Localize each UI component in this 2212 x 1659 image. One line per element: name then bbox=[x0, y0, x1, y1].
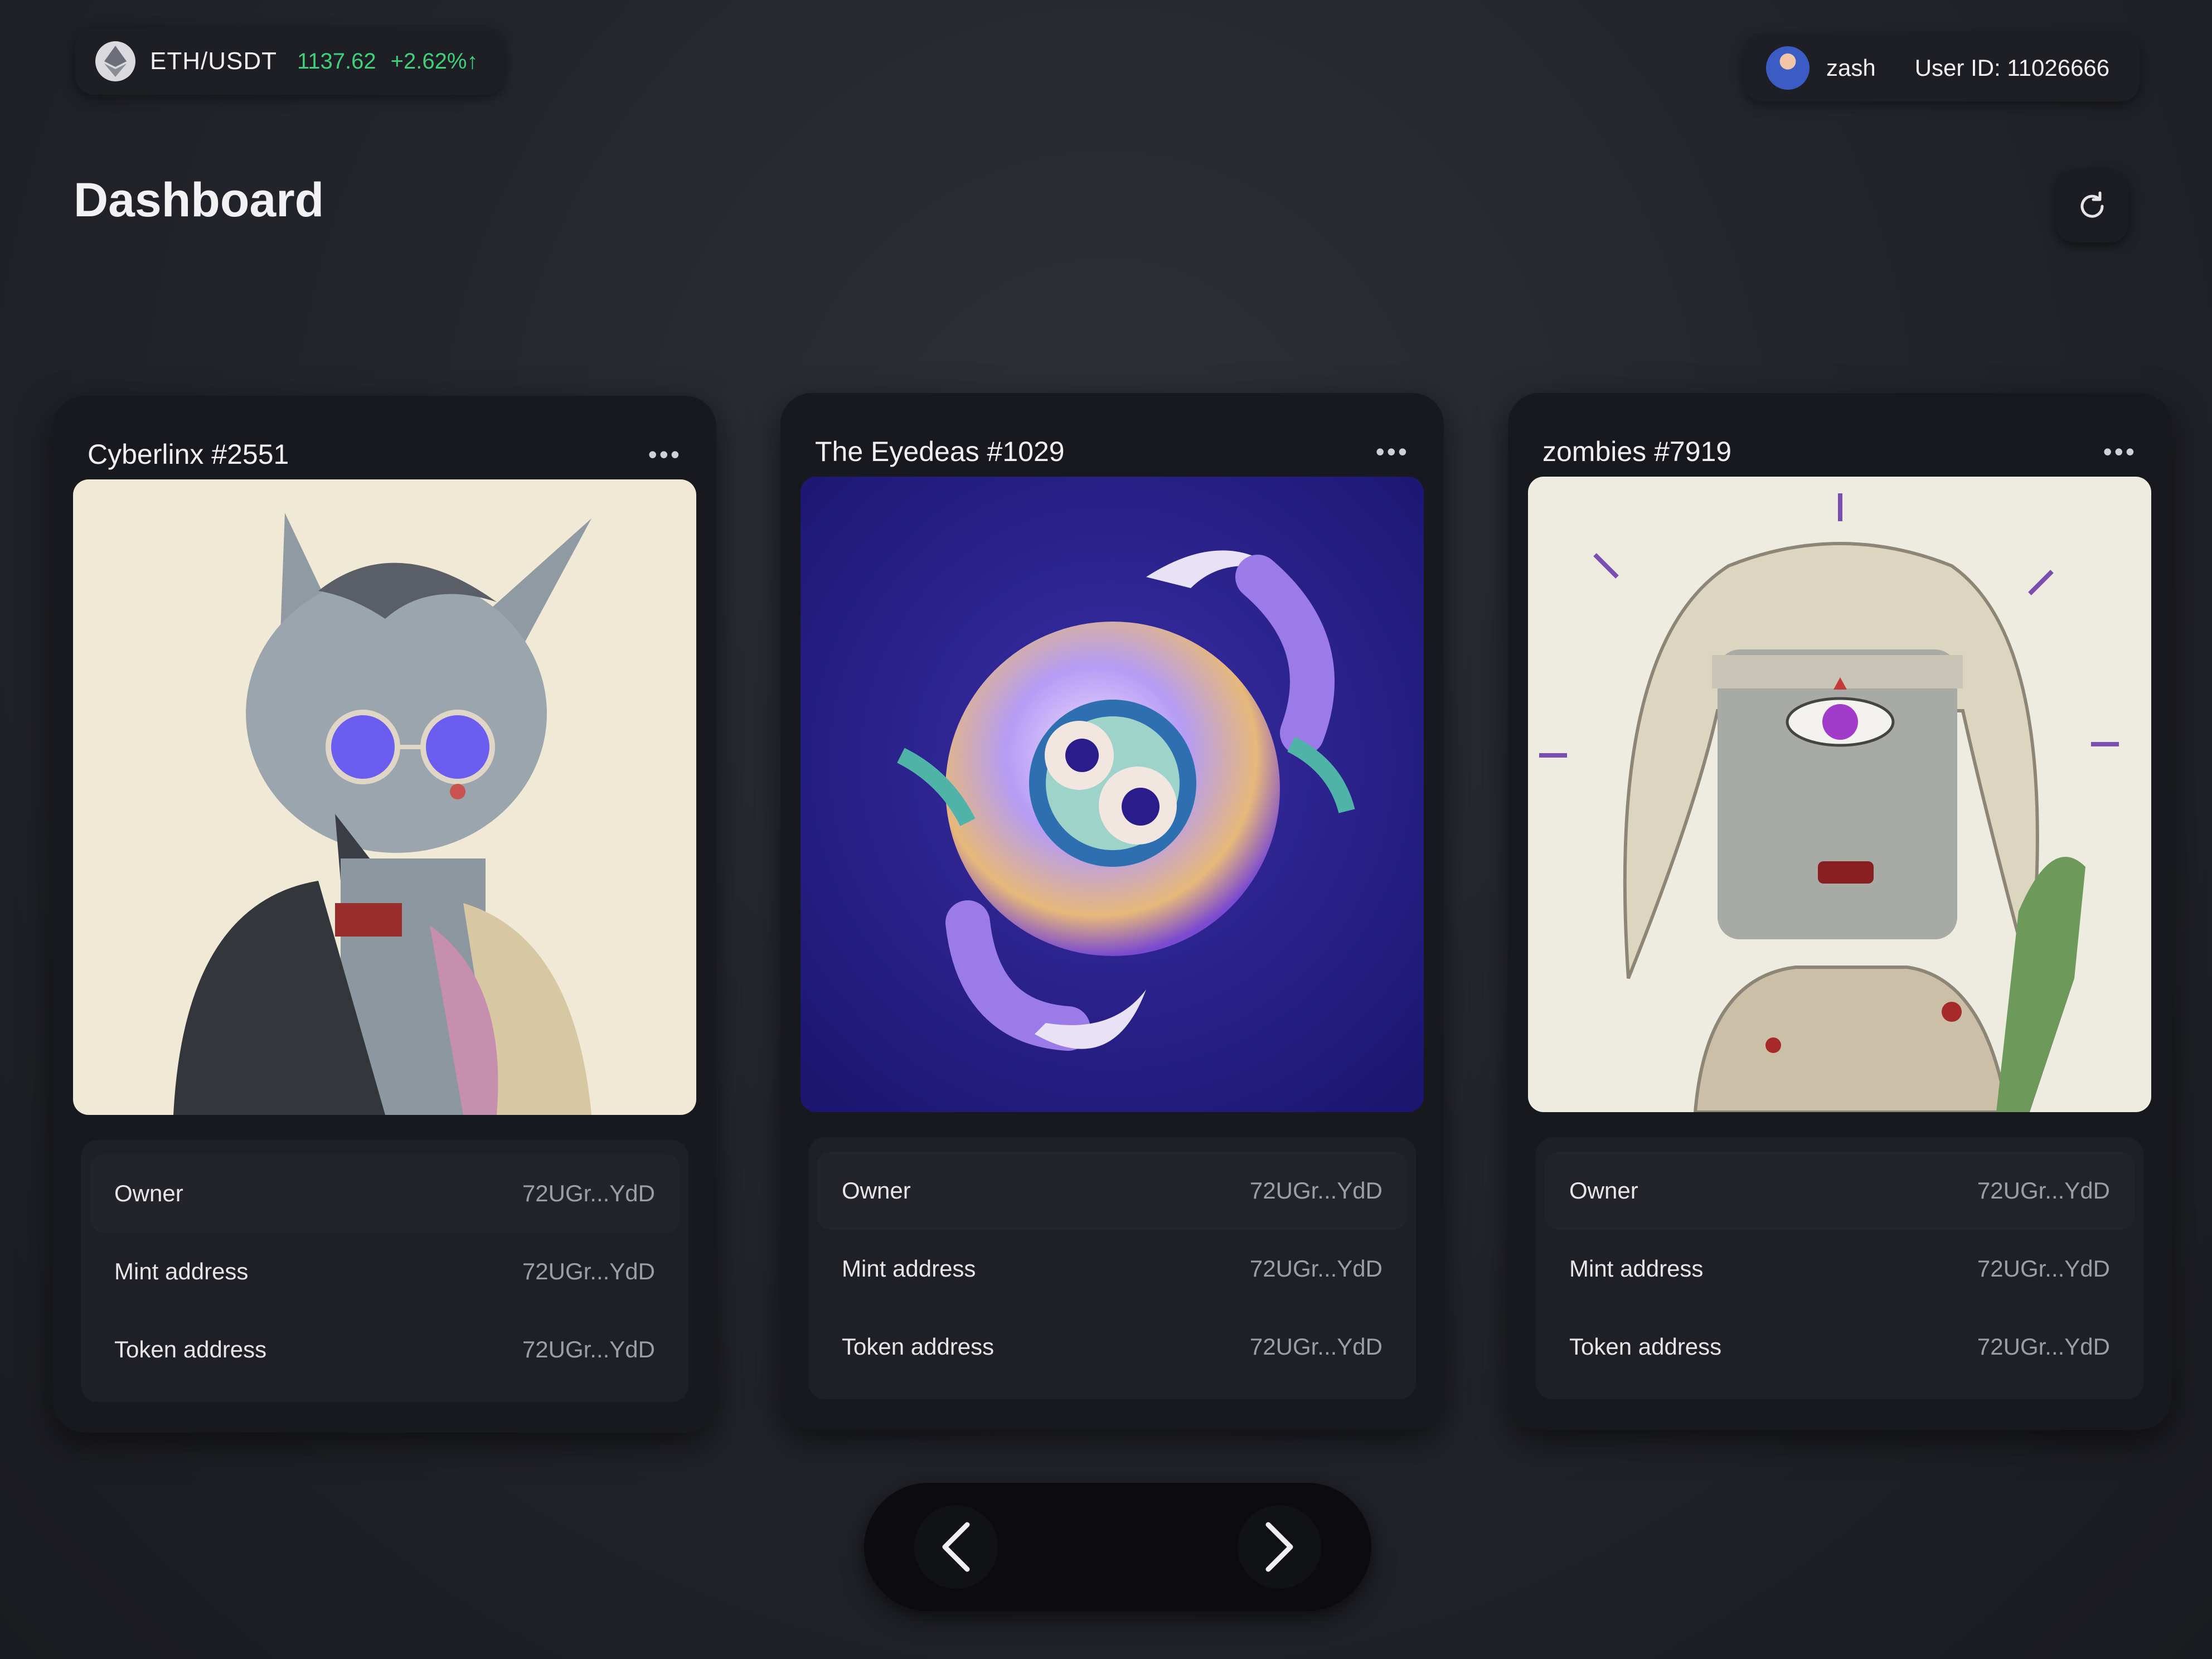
info-value[interactable]: 72UGr...YdD bbox=[1250, 1255, 1382, 1282]
info-value[interactable]: 72UGr...YdD bbox=[1250, 1177, 1382, 1204]
page-title: Dashboard bbox=[74, 173, 324, 227]
info-value[interactable]: 72UGr...YdD bbox=[522, 1258, 655, 1285]
nft-info-table: Owner 72UGr...YdD Mint address 72UGr...Y… bbox=[808, 1137, 1416, 1399]
prev-button[interactable] bbox=[914, 1505, 998, 1589]
refresh-button[interactable] bbox=[2056, 170, 2128, 242]
username: zash bbox=[1826, 55, 1876, 81]
chevron-left-icon bbox=[942, 1522, 970, 1572]
info-label: Mint address bbox=[842, 1255, 976, 1282]
refresh-icon bbox=[2080, 191, 2104, 218]
info-label: Owner bbox=[114, 1180, 183, 1206]
ticker-price: 1137.62 bbox=[297, 48, 376, 74]
card-title: The Eyedeas #1029 bbox=[815, 436, 1065, 467]
next-button[interactable] bbox=[1238, 1505, 1321, 1589]
info-row-mint: Mint address 72UGr...YdD bbox=[81, 1233, 688, 1311]
info-value[interactable]: 72UGr...YdD bbox=[1977, 1333, 2110, 1360]
info-row-owner: Owner 72UGr...YdD bbox=[90, 1154, 680, 1233]
nft-card[interactable]: Cyberlinx #2551 ••• Owner 72UGr...YdD Mi… bbox=[53, 396, 716, 1433]
ethereum-icon bbox=[95, 41, 135, 81]
cyber-lynx-artwork[interactable] bbox=[73, 479, 696, 1115]
user-id: User ID: 11026666 bbox=[1914, 55, 2110, 81]
info-row-mint: Mint address 72UGr...YdD bbox=[808, 1230, 1416, 1308]
ticker-pair: ETH/USDT bbox=[150, 47, 277, 75]
eyeball-creature-artwork[interactable] bbox=[801, 477, 1424, 1112]
info-row-token: Token address 72UGr...YdD bbox=[808, 1308, 1416, 1386]
more-horizontal-icon[interactable]: ••• bbox=[648, 442, 682, 467]
nft-card[interactable]: zombies #7919 ••• Owner 72UGr...YdD Mint… bbox=[1508, 393, 2171, 1430]
info-row-token: Token address 72UGr...YdD bbox=[1536, 1308, 2143, 1386]
chevron-right-icon bbox=[1265, 1522, 1293, 1572]
info-label: Token address bbox=[114, 1336, 267, 1362]
nft-card[interactable]: The Eyedeas #1029 ••• Owner 72UGr...YdD … bbox=[780, 393, 1444, 1430]
info-label: Token address bbox=[842, 1333, 995, 1360]
more-horizontal-icon[interactable]: ••• bbox=[2103, 439, 2137, 464]
zombie-artwork[interactable] bbox=[1528, 477, 2151, 1112]
info-label: Mint address bbox=[114, 1258, 249, 1284]
info-row-owner: Owner 72UGr...YdD bbox=[817, 1152, 1407, 1230]
info-value[interactable]: 72UGr...YdD bbox=[1250, 1333, 1382, 1360]
info-value[interactable]: 72UGr...YdD bbox=[522, 1180, 655, 1207]
info-value[interactable]: 72UGr...YdD bbox=[1977, 1255, 2110, 1282]
ticker-change: +2.62%↑ bbox=[390, 48, 478, 74]
info-label: Token address bbox=[1569, 1333, 1722, 1360]
info-value[interactable]: 72UGr...YdD bbox=[522, 1336, 655, 1363]
info-row-owner: Owner 72UGr...YdD bbox=[1545, 1152, 2135, 1230]
info-row-token: Token address 72UGr...YdD bbox=[81, 1311, 688, 1389]
card-title: zombies #7919 bbox=[1542, 436, 1732, 467]
info-label: Owner bbox=[842, 1177, 911, 1204]
user-avatar[interactable] bbox=[1766, 46, 1810, 90]
nft-info-table: Owner 72UGr...YdD Mint address 72UGr...Y… bbox=[81, 1140, 688, 1402]
carousel-pager bbox=[864, 1483, 1371, 1611]
price-ticker[interactable]: ETH/USDT 1137.62 +2.62%↑ bbox=[75, 28, 505, 95]
card-title: Cyberlinx #2551 bbox=[88, 439, 289, 470]
info-label: Mint address bbox=[1569, 1255, 1704, 1282]
user-profile[interactable]: zash User ID: 11026666 bbox=[1744, 35, 2140, 101]
nft-info-table: Owner 72UGr...YdD Mint address 72UGr...Y… bbox=[1536, 1137, 2143, 1399]
info-row-mint: Mint address 72UGr...YdD bbox=[1536, 1230, 2143, 1308]
info-value[interactable]: 72UGr...YdD bbox=[1977, 1177, 2110, 1204]
more-horizontal-icon[interactable]: ••• bbox=[1376, 439, 1409, 464]
info-label: Owner bbox=[1569, 1177, 1638, 1204]
